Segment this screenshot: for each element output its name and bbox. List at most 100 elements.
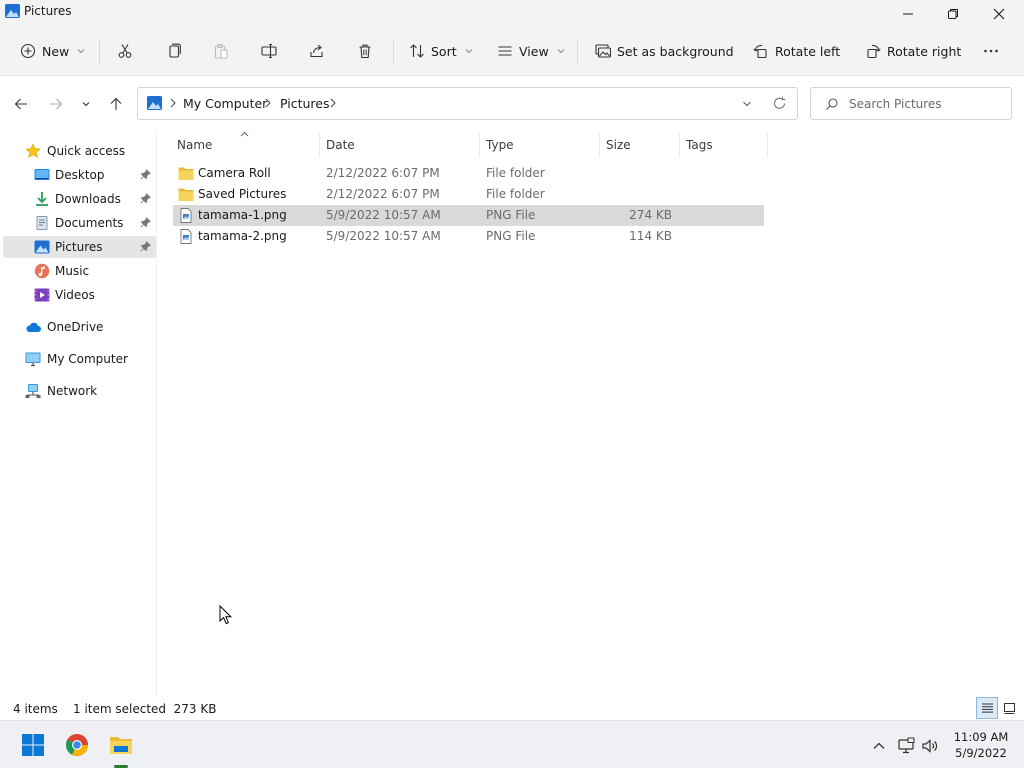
column-header-name[interactable]: Name	[177, 138, 212, 152]
sidebar-item-network[interactable]: Network	[3, 380, 156, 402]
forward-button[interactable]	[46, 94, 66, 114]
details-view-button[interactable]	[976, 697, 998, 719]
sidebar-item-my-computer[interactable]: My Computer	[3, 348, 156, 370]
set-as-background-button[interactable]: Set as background	[595, 38, 734, 64]
view-label: View	[519, 43, 549, 59]
sidebar-item-label: My Computer	[47, 352, 128, 366]
file-date: 2/12/2022 6:07 PM	[326, 166, 440, 180]
paste-button[interactable]	[213, 38, 229, 64]
address-bar[interactable]: My Computer Pictures	[137, 87, 798, 120]
tiles-view-button[interactable]	[998, 697, 1020, 719]
pin-icon[interactable]	[140, 241, 151, 252]
refresh-icon[interactable]	[772, 96, 787, 111]
share-button[interactable]	[309, 38, 325, 64]
command-bar: New Sort View Set as background Rotate l…	[0, 28, 1024, 76]
pin-icon[interactable]	[140, 193, 151, 204]
new-label: New	[42, 43, 70, 59]
file-name: tamama-1.png	[198, 208, 287, 222]
file-type: PNG File	[486, 208, 536, 222]
status-bar: 4 items 1 item selected 273 KB	[0, 696, 1024, 720]
arrow-left-icon	[14, 98, 27, 110]
table-row[interactable]: Saved Pictures 2/12/2022 6:07 PM File fo…	[173, 184, 764, 205]
file-type: File folder	[486, 187, 545, 201]
table-row[interactable]: tamama-2.png 5/9/2022 10:57 AM PNG File …	[173, 226, 764, 247]
sort-label: Sort	[431, 43, 457, 59]
cut-button[interactable]	[117, 38, 133, 64]
new-button[interactable]: New	[20, 38, 85, 64]
sidebar-item-onedrive[interactable]: OneDrive	[3, 316, 156, 338]
share-icon	[310, 44, 323, 58]
file-size: 114 KB	[629, 229, 672, 243]
sidebar-item-desktop[interactable]: Desktop	[3, 164, 156, 186]
pin-icon[interactable]	[140, 169, 151, 180]
breadcrumb-pictures[interactable]: Pictures	[280, 96, 330, 111]
column-divider[interactable]	[767, 133, 768, 157]
rotate-right-button[interactable]: Rotate right	[865, 38, 961, 64]
taskbar-clock[interactable]: 11:09 AM 5/9/2022	[944, 729, 1018, 761]
sidebar-item-music[interactable]: Music	[3, 260, 156, 282]
taskbar-file-explorer[interactable]	[105, 729, 137, 761]
table-row[interactable]: Camera Roll 2/12/2022 6:07 PM File folde…	[173, 163, 764, 184]
clock-time: 11:09 AM	[953, 730, 1009, 744]
back-button[interactable]	[11, 94, 31, 114]
address-history-chevron-icon[interactable]	[742, 99, 752, 109]
sidebar-item-downloads[interactable]: Downloads	[3, 188, 156, 210]
start-button[interactable]	[17, 729, 49, 761]
copy-button[interactable]	[166, 38, 182, 64]
chevron-right-icon	[265, 98, 271, 108]
volume-icon[interactable]	[921, 737, 939, 755]
image-file-icon	[180, 229, 192, 244]
sidebar-item-pictures[interactable]: Pictures	[3, 236, 156, 258]
view-button[interactable]: View	[497, 38, 565, 64]
sidebar-item-quick-access[interactable]: Quick access	[3, 140, 156, 162]
sort-button[interactable]: Sort	[409, 38, 473, 64]
pin-icon[interactable]	[140, 217, 151, 228]
column-header-date[interactable]: Date	[326, 138, 355, 152]
star-icon	[25, 143, 41, 158]
column-divider[interactable]	[679, 133, 680, 157]
column-divider[interactable]	[599, 133, 600, 157]
network-status-icon[interactable]	[897, 737, 915, 755]
minimize-icon	[903, 13, 913, 15]
search-input[interactable]	[849, 95, 1004, 113]
sidebar-item-label: Pictures	[55, 240, 103, 254]
toolbar-divider	[393, 40, 394, 64]
sidebar-item-documents[interactable]: Documents	[3, 212, 156, 234]
plus-circle-icon	[20, 43, 36, 59]
copy-icon	[169, 43, 181, 58]
rename-button[interactable]	[261, 38, 277, 64]
sidebar-item-videos[interactable]: Videos	[3, 284, 156, 306]
close-button[interactable]	[976, 0, 1022, 28]
sidebar-item-label: Music	[55, 264, 90, 278]
more-dots-icon	[984, 49, 998, 53]
column-header-tags[interactable]: Tags	[686, 138, 713, 152]
navigation-pane: Quick access Desktop Downloads Documents…	[0, 131, 157, 696]
rotate-left-button[interactable]: Rotate left	[753, 38, 840, 64]
sort-ascending-caret-icon	[240, 131, 249, 137]
column-header-type[interactable]: Type	[486, 138, 514, 152]
restore-button[interactable]	[930, 0, 976, 28]
clock-date: 5/9/2022	[955, 746, 1007, 760]
column-header-size[interactable]: Size	[606, 138, 631, 152]
show-hidden-icons-chevron-icon[interactable]	[870, 737, 888, 755]
minimize-button[interactable]	[885, 0, 931, 28]
network-icon	[25, 384, 41, 398]
delete-button[interactable]	[357, 38, 373, 64]
large-icons-view-icon	[1003, 702, 1015, 714]
recent-locations-button[interactable]	[76, 94, 96, 114]
sort-arrows-icon	[410, 44, 424, 58]
toolbar-divider	[577, 40, 578, 64]
search-box[interactable]	[810, 87, 1012, 120]
column-divider[interactable]	[319, 133, 320, 157]
file-date: 2/12/2022 6:07 PM	[326, 187, 440, 201]
sidebar-item-label: Network	[47, 384, 98, 398]
taskbar-chrome[interactable]	[61, 729, 93, 761]
rotate-right-icon	[867, 44, 881, 59]
breadcrumb-my-computer[interactable]: My Computer	[183, 96, 267, 111]
table-row[interactable]: tamama-1.png 5/9/2022 10:57 AM PNG File …	[173, 205, 764, 226]
file-name: Saved Pictures	[198, 187, 287, 201]
column-divider[interactable]	[479, 133, 480, 157]
rotate-right-label: Rotate right	[887, 43, 962, 59]
up-button[interactable]	[106, 94, 126, 114]
more-options-button[interactable]	[983, 38, 999, 64]
